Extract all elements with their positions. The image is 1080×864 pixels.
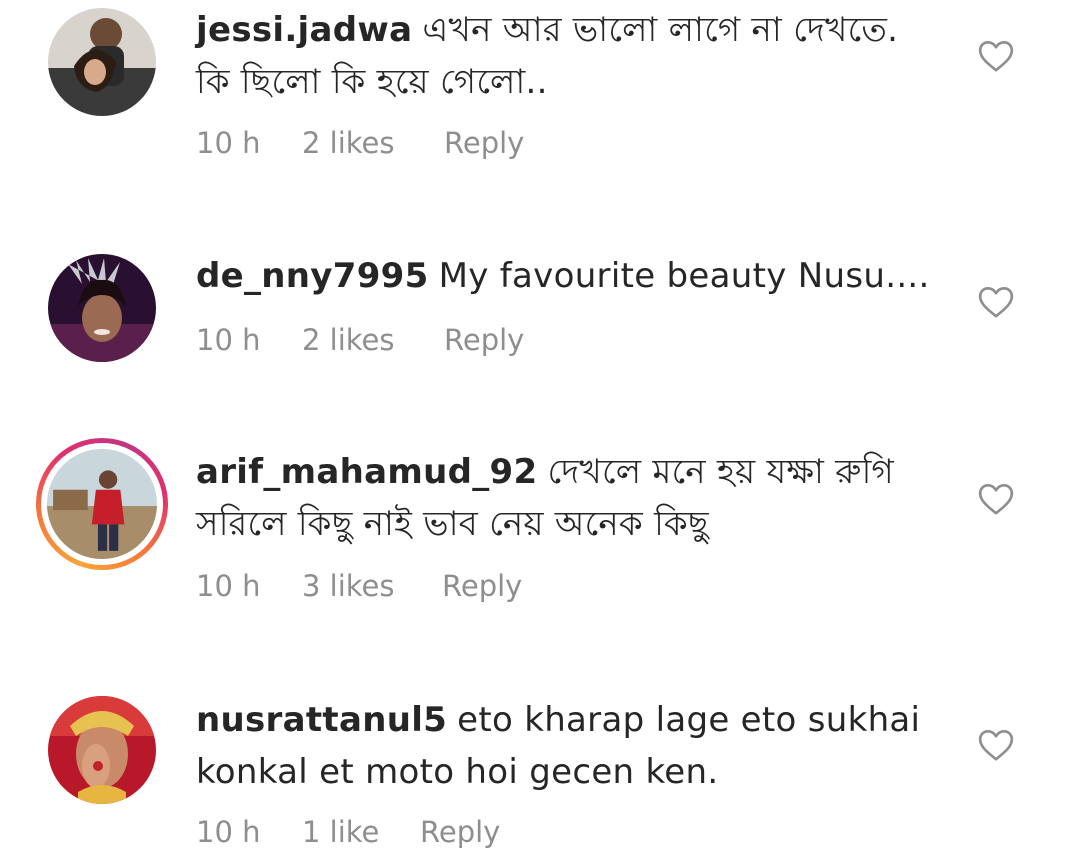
reply-button[interactable]: Reply <box>444 323 524 357</box>
avatar-story-ring[interactable] <box>36 438 168 570</box>
reply-button[interactable]: Reply <box>420 815 500 849</box>
avatar-image <box>48 696 156 804</box>
comment-likes[interactable]: 1 like <box>302 815 420 849</box>
comment-text: My favourite beauty Nusu.... <box>438 256 930 296</box>
heart-icon[interactable] <box>976 36 1016 76</box>
comment-username[interactable]: de_nny7995 <box>196 256 429 296</box>
comment-meta: 10 h 2 likes Reply <box>196 323 524 357</box>
avatar[interactable] <box>48 696 156 804</box>
heart-icon[interactable] <box>976 725 1016 765</box>
comment-time: 10 h <box>196 126 261 160</box>
comment-body: de_nny7995 My favourite beauty Nusu.... <box>196 250 936 302</box>
heart-icon[interactable] <box>976 282 1016 322</box>
avatar-image <box>48 254 156 362</box>
reply-button[interactable]: Reply <box>444 126 524 160</box>
reply-button[interactable]: Reply <box>442 569 522 603</box>
avatar-image <box>47 449 157 559</box>
comment-likes[interactable]: 2 likes <box>302 323 444 357</box>
comment-likes[interactable]: 3 likes <box>302 569 442 603</box>
ring-gap <box>41 443 163 565</box>
comment-meta: 10 h 1 like Reply <box>196 815 500 849</box>
comment-likes[interactable]: 2 likes <box>302 126 444 160</box>
comment-body: arif_mahamud_92 দেখলে মনে হয় যক্ষা রুগি … <box>196 446 936 550</box>
avatar[interactable] <box>48 8 156 116</box>
comment-username[interactable]: arif_mahamud_92 <box>196 452 537 492</box>
comment-body: jessi.jadwa এখন আর ভালো লাগে না দেখতে. কি… <box>196 4 936 108</box>
comment-username[interactable]: jessi.jadwa <box>196 10 412 50</box>
comment-time: 10 h <box>196 569 261 603</box>
avatar <box>47 449 157 559</box>
comment-username[interactable]: nusrattanul5 <box>196 700 447 740</box>
comment-meta: 10 h 3 likes Reply <box>196 569 522 603</box>
comment-meta: 10 h 2 likes Reply <box>196 126 524 160</box>
avatar-image <box>48 8 156 116</box>
comment-body: nusrattanul5 eto kharap lage eto sukhai k… <box>196 694 936 798</box>
heart-icon[interactable] <box>976 479 1016 519</box>
comment-time: 10 h <box>196 323 261 357</box>
avatar[interactable] <box>48 254 156 362</box>
comment-time: 10 h <box>196 815 261 849</box>
